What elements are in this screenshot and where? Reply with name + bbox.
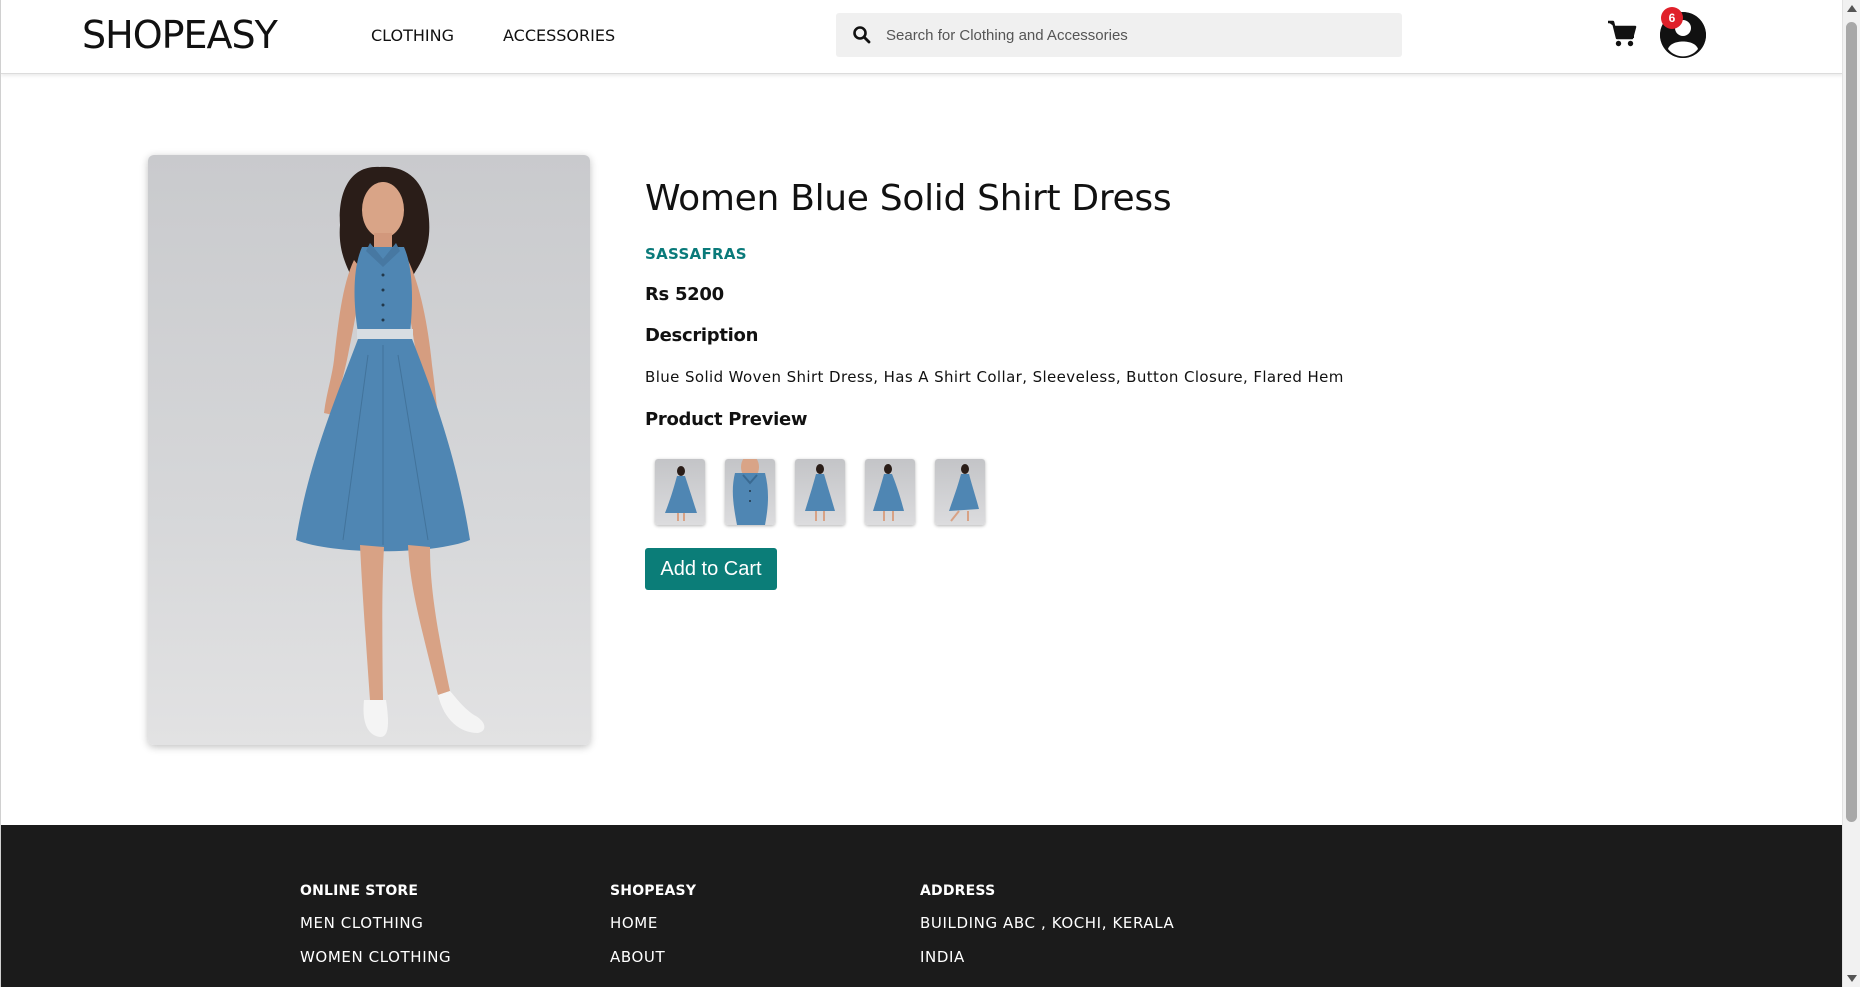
- description-heading: Description: [645, 325, 759, 346]
- search-bar: [836, 13, 1402, 57]
- scrollbar-thumb[interactable]: [1846, 22, 1857, 822]
- footer-heading: SHOPEASY: [610, 883, 697, 899]
- search-input[interactable]: [886, 13, 1386, 57]
- footer-heading: ONLINE STORE: [300, 883, 419, 899]
- footer-link-men-clothing[interactable]: MEN CLOTHING: [300, 914, 451, 932]
- vertical-scrollbar[interactable]: [1842, 0, 1860, 987]
- thumbnail-image: [665, 466, 697, 521]
- address-line: INDIA: [920, 948, 965, 966]
- footer-link-home[interactable]: HOME: [610, 914, 696, 932]
- thumbnail-image: [949, 464, 979, 522]
- preview-heading: Product Preview: [645, 409, 808, 430]
- preview-thumbnail[interactable]: [865, 459, 915, 525]
- nav-clothing[interactable]: CLOTHING: [371, 26, 454, 45]
- thumbnail-image: [805, 464, 835, 521]
- dress-model-illustration: [296, 166, 485, 737]
- cart-count-badge: 6: [1661, 7, 1683, 29]
- product-description: Blue Solid Woven Shirt Dress, Has A Shir…: [645, 368, 1344, 386]
- scroll-up-arrow-icon[interactable]: [1847, 5, 1857, 12]
- search-icon[interactable]: [852, 25, 872, 45]
- preview-thumbnail[interactable]: [655, 459, 705, 525]
- footer-heading: ADDRESS: [920, 883, 996, 899]
- footer-link-women-clothing[interactable]: WOMEN CLOTHING: [300, 948, 451, 966]
- product-price: Rs 5200: [645, 284, 724, 305]
- site-footer: ONLINE STORE MEN CLOTHING WOMEN CLOTHING…: [1, 825, 1843, 987]
- thumbnail-image: [732, 459, 768, 525]
- logo-bold-part: SHOP: [82, 13, 185, 57]
- preview-thumbnails: [655, 459, 985, 525]
- logo-light-part: EASY: [183, 13, 278, 57]
- site-header: SHOPEASY CLOTHING ACCESSORIES 6: [1, 0, 1843, 74]
- site-logo[interactable]: SHOPEASY: [82, 13, 278, 57]
- cart-icon[interactable]: [1607, 20, 1637, 48]
- address-line: BUILDING ABC , KOCHI, KERALA: [920, 914, 1175, 932]
- footer-address: ADDRESS BUILDING ABC , KOCHI, KERALA IND…: [920, 883, 1174, 982]
- scroll-down-arrow-icon[interactable]: [1847, 975, 1857, 982]
- footer-link-about[interactable]: ABOUT: [610, 948, 696, 966]
- preview-thumbnail[interactable]: [935, 459, 985, 525]
- preview-thumbnail[interactable]: [725, 459, 775, 525]
- footer-online-store: ONLINE STORE MEN CLOTHING WOMEN CLOTHING: [300, 883, 451, 982]
- footer-shopeasy: SHOPEASY HOME ABOUT: [610, 883, 696, 982]
- preview-thumbnail[interactable]: [795, 459, 845, 525]
- product-title: Women Blue Solid Shirt Dress: [645, 178, 1172, 219]
- thumbnail-image: [873, 464, 904, 521]
- product-page: SHOPEASY CLOTHING ACCESSORIES 6: [0, 0, 1860, 987]
- nav-accessories[interactable]: ACCESSORIES: [503, 26, 615, 45]
- product-brand: SASSAFRAS: [645, 245, 747, 263]
- add-to-cart-button[interactable]: Add to Cart: [645, 548, 777, 590]
- product-main-image: [148, 155, 590, 745]
